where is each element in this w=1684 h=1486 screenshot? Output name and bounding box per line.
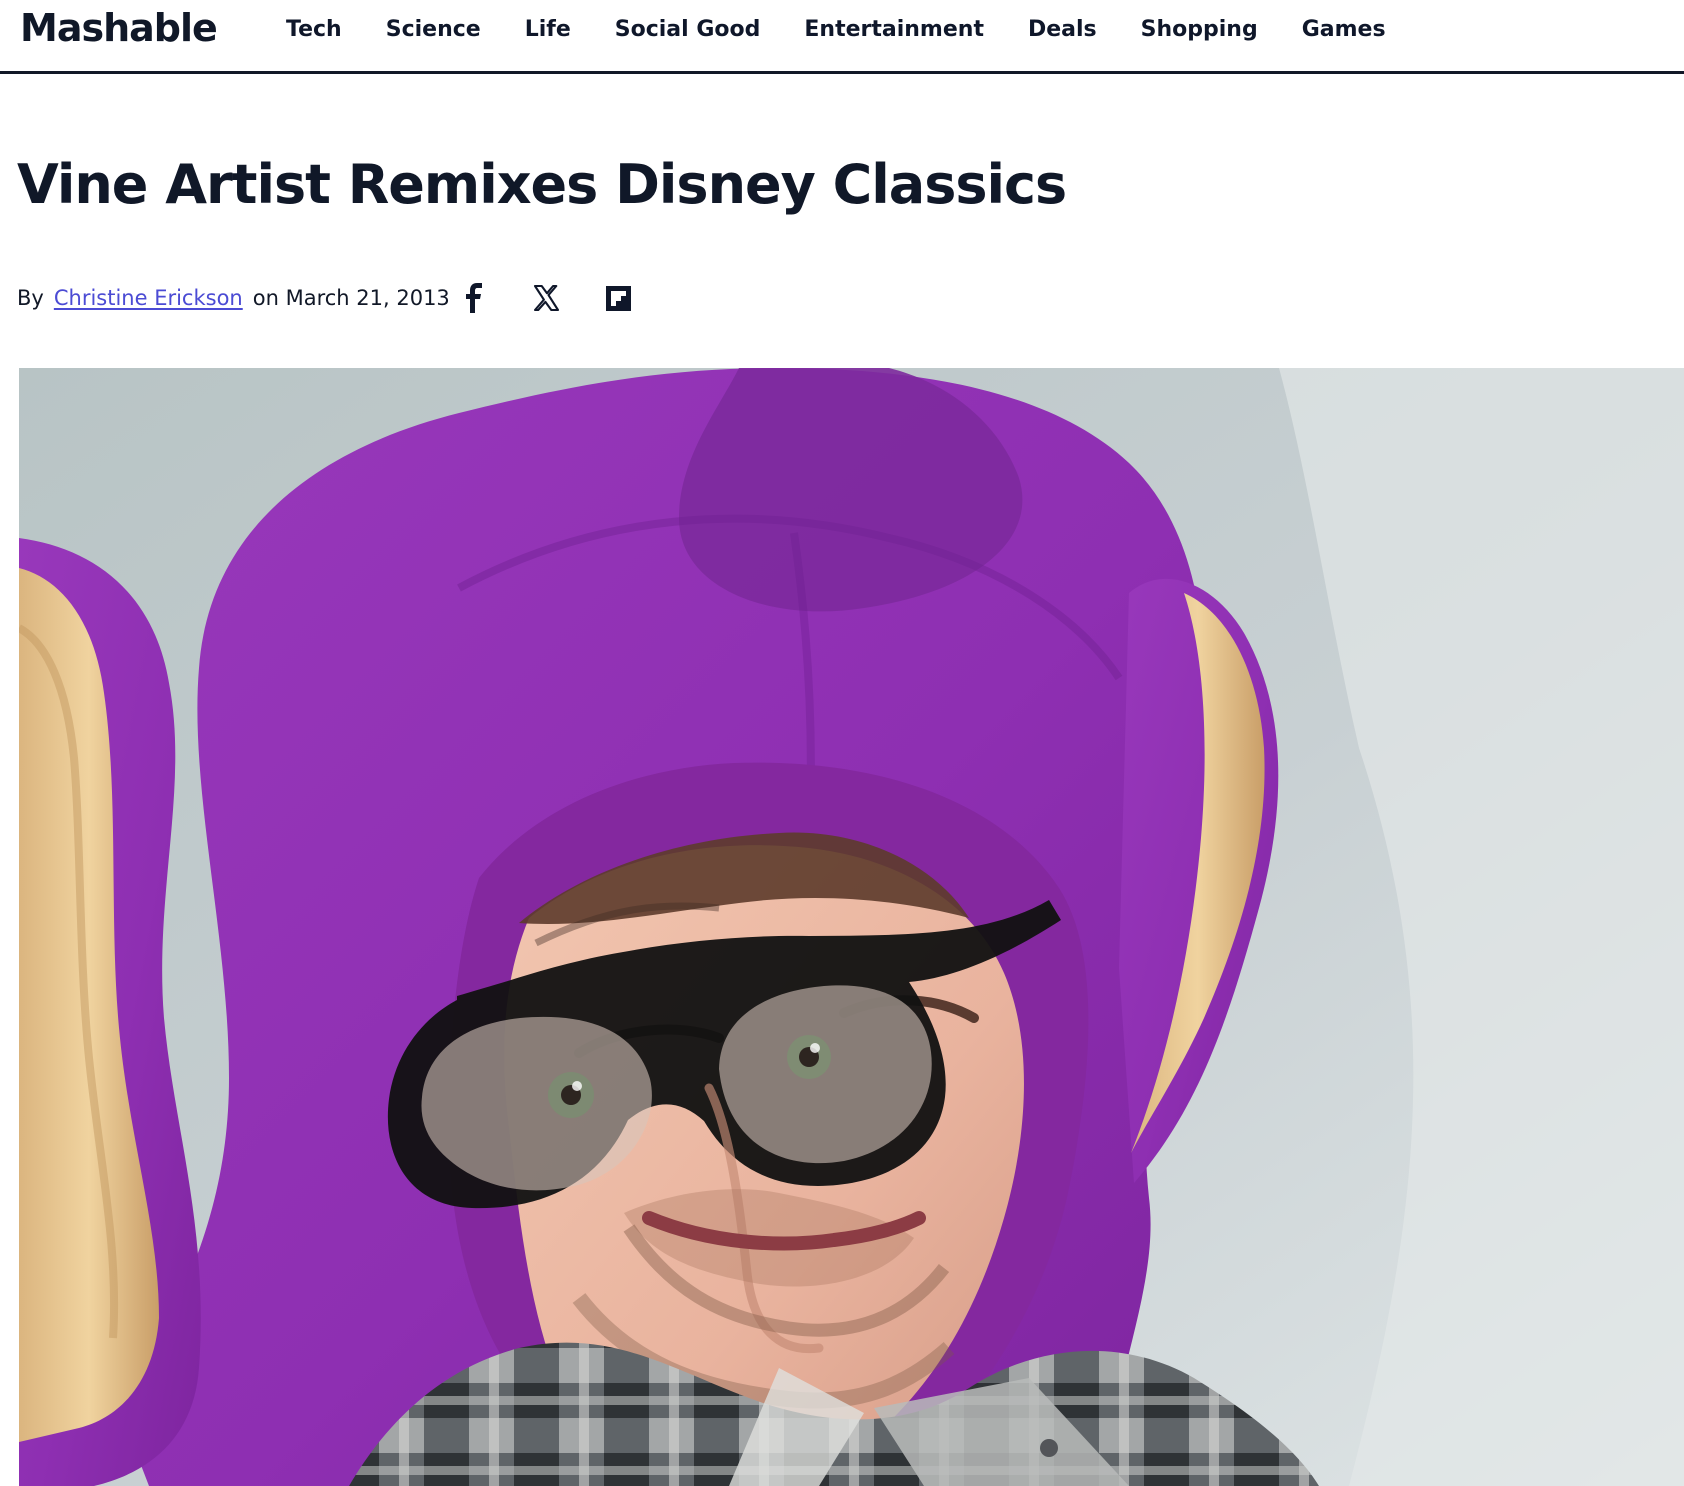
author-link[interactable]: Christine Erickson	[54, 280, 243, 316]
byline-prefix: By	[17, 286, 44, 310]
article-title: Vine Artist Remixes Disney Classics	[17, 153, 1067, 216]
x-icon	[533, 284, 560, 312]
nav-science[interactable]: Science	[386, 12, 481, 48]
article-page: Mashable Tech Science Life Social Good E…	[0, 0, 1684, 1486]
main-navigation: Tech Science Life Social Good Entertainm…	[286, 12, 1386, 48]
site-header: Mashable Tech Science Life Social Good E…	[0, 0, 1684, 74]
article-hero-image	[19, 368, 1684, 1486]
flipboard-share-button[interactable]	[602, 280, 634, 316]
x-share-button[interactable]	[530, 280, 562, 316]
nav-deals[interactable]: Deals	[1028, 12, 1097, 48]
site-logo[interactable]: Mashable	[20, 4, 218, 52]
publish-date: on March 21, 2013	[252, 286, 450, 310]
nav-games[interactable]: Games	[1302, 12, 1386, 48]
nav-tech[interactable]: Tech	[286, 12, 342, 48]
nav-life[interactable]: Life	[525, 12, 571, 48]
person-in-purple-hat-image	[19, 368, 1684, 1486]
facebook-icon	[466, 283, 482, 313]
article-byline: By Christine Erickson on March 21, 2013	[17, 280, 450, 316]
facebook-share-button[interactable]	[458, 280, 490, 316]
share-toolbar	[458, 280, 634, 316]
nav-entertainment[interactable]: Entertainment	[804, 12, 984, 48]
nav-social-good[interactable]: Social Good	[615, 12, 761, 48]
flipboard-icon	[605, 285, 631, 311]
nav-shopping[interactable]: Shopping	[1141, 12, 1258, 48]
